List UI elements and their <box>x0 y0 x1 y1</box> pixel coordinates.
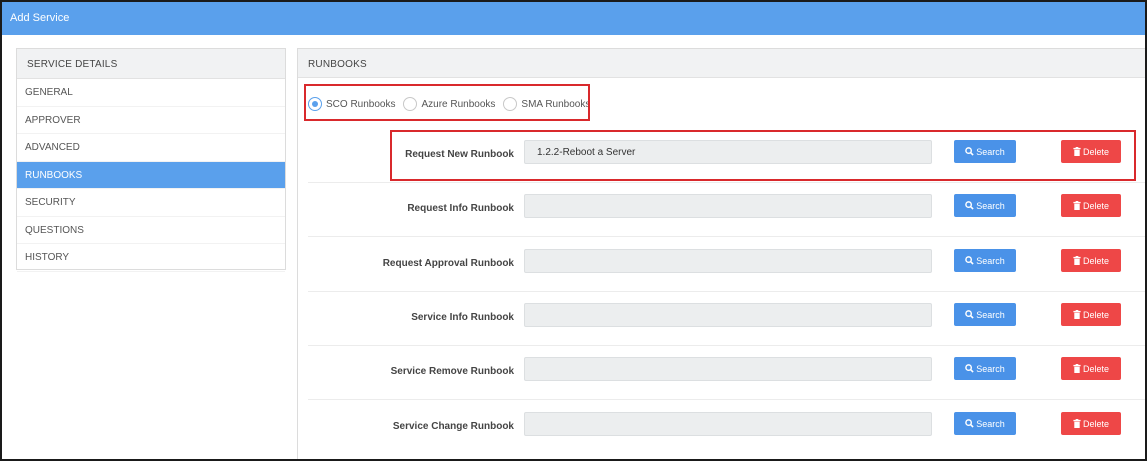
search-button-label: Search <box>976 146 1005 157</box>
search-button[interactable]: Search <box>954 140 1016 163</box>
search-icon <box>965 364 974 373</box>
search-button-label: Search <box>976 255 1005 266</box>
runbook-label: Service Info Runbook <box>411 312 514 323</box>
search-button[interactable]: Search <box>954 194 1016 217</box>
runbook-label: Service Remove Runbook <box>390 366 514 377</box>
runbook-input[interactable] <box>524 194 932 218</box>
window-title: Add Service <box>2 2 1145 35</box>
trash-icon <box>1073 147 1081 156</box>
runbook-input[interactable]: 1.2.2-Reboot a Server <box>524 140 932 164</box>
radio-azure-runbooks[interactable]: Azure Runbooks <box>403 97 495 111</box>
radio-selected-icon[interactable] <box>308 97 322 111</box>
runbook-row-request-info: Request Info Runbook Search Delete <box>308 183 1145 237</box>
radio-label: SMA Runbooks <box>521 98 591 110</box>
search-icon <box>965 310 974 319</box>
runbook-row-service-remove: Service Remove Runbook Search Delete <box>308 346 1145 400</box>
radio-unselected-icon[interactable] <box>403 97 418 111</box>
delete-button[interactable]: Delete <box>1061 357 1121 380</box>
search-button[interactable]: Search <box>954 249 1016 272</box>
delete-button-label: Delete <box>1082 363 1109 374</box>
runbook-input[interactable] <box>524 412 932 436</box>
delete-button-label: Delete <box>1082 146 1109 157</box>
sidebar-item-questions[interactable]: QUESTIONS <box>17 217 285 244</box>
search-icon <box>965 147 974 156</box>
delete-button-label: Delete <box>1082 418 1109 429</box>
delete-button[interactable]: Delete <box>1061 140 1121 163</box>
delete-button[interactable]: Delete <box>1061 412 1121 435</box>
runbook-row-service-info: Service Info Runbook Search Delete <box>308 292 1145 346</box>
radio-sco-runbooks[interactable]: SCO Runbooks <box>308 97 395 111</box>
trash-icon <box>1073 256 1081 265</box>
delete-button[interactable]: Delete <box>1061 249 1121 272</box>
runbook-label: Request Approval Runbook <box>382 258 514 269</box>
radio-label: Azure Runbooks <box>421 98 496 110</box>
search-icon <box>965 201 974 210</box>
runbook-label: Request New Runbook <box>405 149 514 160</box>
service-details-panel: SERVICE DETAILS GENERAL APPROVER ADVANCE… <box>16 48 286 272</box>
search-button[interactable]: Search <box>954 303 1016 326</box>
sidebar-item-approver[interactable]: APPROVER <box>17 107 285 134</box>
delete-button[interactable]: Delete <box>1061 303 1121 326</box>
sidebar-item-general[interactable]: GENERAL <box>17 79 285 107</box>
runbook-input[interactable] <box>524 357 932 381</box>
radio-sma-runbooks[interactable]: SMA Runbooks <box>503 97 590 111</box>
radio-unselected-icon[interactable] <box>503 97 518 111</box>
radio-label: SCO Runbooks <box>326 98 396 110</box>
delete-button-label: Delete <box>1082 255 1109 266</box>
search-button-label: Search <box>976 200 1005 211</box>
search-icon <box>965 419 974 428</box>
runbook-input[interactable] <box>524 303 932 327</box>
runbook-label: Request Info Runbook <box>407 203 514 214</box>
sidebar-item-advanced[interactable]: ADVANCED <box>17 134 285 162</box>
search-button-label: Search <box>976 418 1005 429</box>
delete-button-label: Delete <box>1082 309 1109 320</box>
search-button[interactable]: Search <box>954 357 1016 380</box>
search-button[interactable]: Search <box>954 412 1016 435</box>
runbook-row-request-new: Request New Runbook 1.2.2-Reboot a Serve… <box>308 129 1145 183</box>
runbook-input[interactable] <box>524 249 932 273</box>
sidebar-item-security[interactable]: SECURITY <box>17 189 285 217</box>
search-button-label: Search <box>976 309 1005 320</box>
delete-button[interactable]: Delete <box>1061 194 1121 217</box>
runbook-row-service-change: Service Change Runbook Search Delete <box>308 401 1145 455</box>
sidebar-item-history[interactable]: HISTORY <box>17 244 285 272</box>
search-button-label: Search <box>976 363 1005 374</box>
runbooks-heading: RUNBOOKS <box>298 49 1145 78</box>
runbook-row-request-approval: Request Approval Runbook Search Delete <box>308 238 1145 292</box>
trash-icon <box>1073 201 1081 210</box>
delete-button-label: Delete <box>1082 200 1109 211</box>
runbook-label: Service Change Runbook <box>392 421 514 432</box>
runbooks-panel: RUNBOOKS SCO Runbooks Azure Runbooks SMA… <box>297 48 1145 459</box>
add-service-window: Add Service SERVICE DETAILS GENERAL APPR… <box>0 0 1147 461</box>
sidebar-item-runbooks[interactable]: RUNBOOKS <box>17 161 285 189</box>
trash-icon <box>1073 364 1081 373</box>
service-details-heading: SERVICE DETAILS <box>17 49 285 79</box>
search-icon <box>965 256 974 265</box>
trash-icon <box>1073 310 1081 319</box>
runbook-type-radio-group: SCO Runbooks Azure Runbooks SMA Runbooks <box>308 91 598 117</box>
trash-icon <box>1073 419 1081 428</box>
